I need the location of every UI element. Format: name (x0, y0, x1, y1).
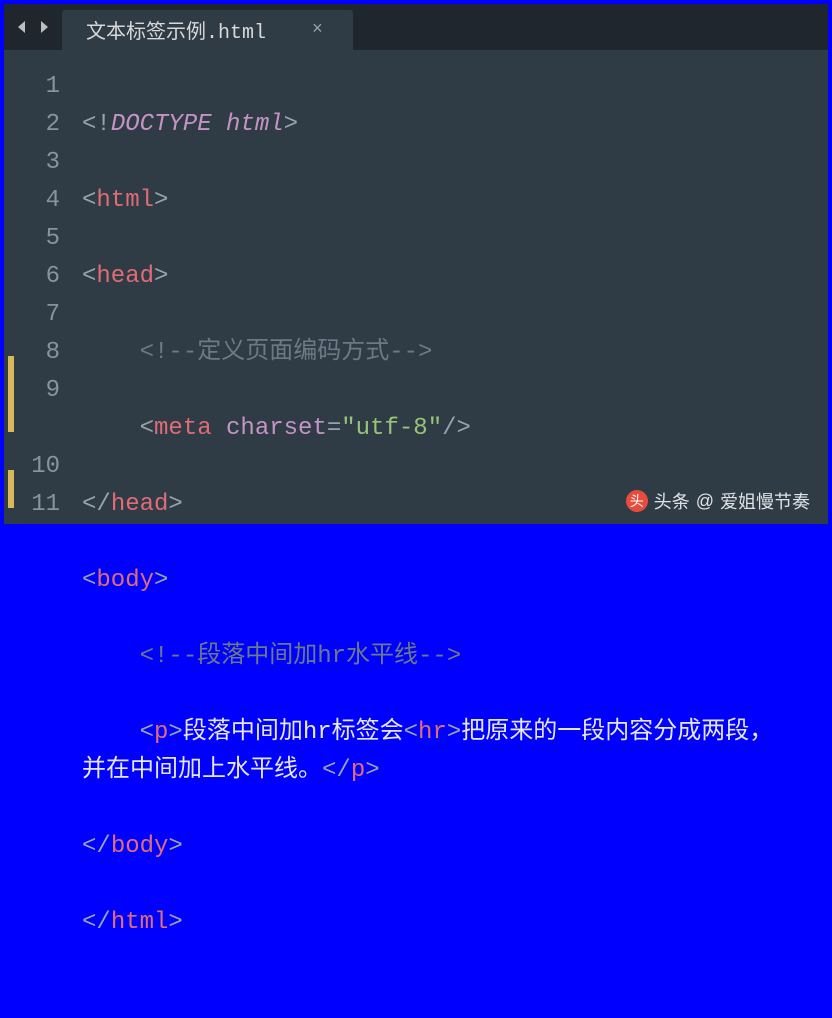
close-icon[interactable]: × (312, 20, 323, 40)
line-number: 4 (4, 182, 60, 220)
line-number: 1 (4, 68, 60, 106)
nav-buttons (4, 4, 62, 50)
watermark-author: 爱姐慢节奏 (720, 488, 810, 514)
watermark-brand: 头条 (654, 488, 690, 514)
nav-back-icon[interactable] (14, 19, 30, 35)
line-number: 7 (4, 296, 60, 334)
code-editor: 文本标签示例.html × 1 2 3 4 5 6 7 8 9 10 11 <!… (4, 4, 828, 524)
toutiao-logo-icon: 头 (626, 490, 648, 512)
watermark-at: @ (696, 491, 714, 512)
code-line: </body> (82, 828, 828, 866)
code-line: <body> (82, 562, 828, 600)
watermark: 头 头条 @ 爱姐慢节奏 (626, 488, 810, 514)
code-line: <head> (82, 258, 828, 296)
code-area[interactable]: 1 2 3 4 5 6 7 8 9 10 11 <!DOCTYPE html> … (4, 50, 828, 1018)
code-line: <html> (82, 182, 828, 220)
line-highlight-9 (8, 356, 14, 432)
line-number: 5 (4, 220, 60, 258)
line-number: 2 (4, 106, 60, 144)
code-lines: <!DOCTYPE html> <html> <head> <!--定义页面编码… (82, 68, 828, 1018)
line-number: 6 (4, 258, 60, 296)
line-highlight-11 (8, 470, 14, 508)
tab-title: 文本标签示例.html (86, 15, 266, 45)
line-gutter: 1 2 3 4 5 6 7 8 9 10 11 (4, 68, 82, 1018)
code-line: <p>段落中间加hr标签会<hr>把原来的一段内容分成两段，并在中间加上水平线。… (82, 714, 782, 790)
nav-forward-icon[interactable] (36, 19, 52, 35)
line-number: 3 (4, 144, 60, 182)
titlebar: 文本标签示例.html × (4, 4, 828, 50)
code-line: <!--定义页面编码方式--> (82, 334, 828, 372)
code-line: </html> (82, 904, 828, 942)
code-line: <meta charset="utf-8"/> (82, 410, 828, 448)
tab-file[interactable]: 文本标签示例.html × (62, 10, 353, 50)
code-line: <!DOCTYPE html> (82, 106, 828, 144)
code-line: <!--段落中间加hr水平线--> (82, 638, 828, 676)
